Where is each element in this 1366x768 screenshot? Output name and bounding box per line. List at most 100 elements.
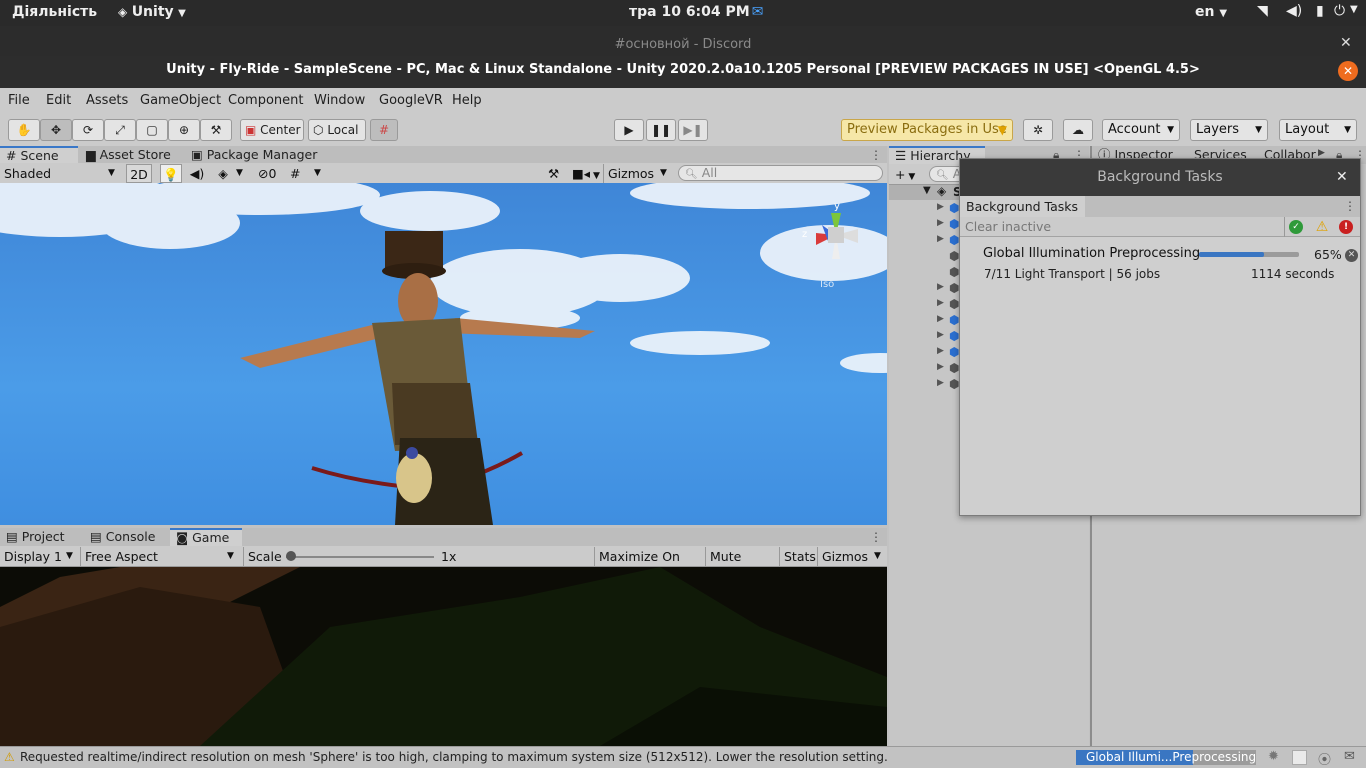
- custom-tool-icon[interactable]: ⚒: [200, 119, 232, 141]
- power-icon[interactable]: ⏻: [1334, 3, 1345, 19]
- chevron-down-icon[interactable]: ▼: [314, 164, 328, 183]
- mute-audio-toggle[interactable]: Mute Audio: [705, 547, 779, 583]
- error-filter-icon[interactable]: !: [1339, 220, 1353, 234]
- slider-knob[interactable]: [286, 551, 296, 561]
- expand-arrow-icon[interactable]: ▶: [937, 234, 944, 244]
- menu-gameobject[interactable]: GameObject: [140, 93, 221, 108]
- cloud-icon[interactable]: ☁: [1063, 119, 1093, 141]
- expand-arrow-icon[interactable]: ▶: [937, 314, 944, 324]
- collab-icon[interactable]: ✲: [1023, 119, 1053, 141]
- menu-file[interactable]: File: [8, 93, 30, 108]
- success-filter-icon[interactable]: ✓: [1289, 220, 1303, 234]
- grid-toggle-icon[interactable]: #: [290, 164, 306, 183]
- warning-filter-icon[interactable]: ⚠: [1315, 220, 1329, 234]
- battery-icon[interactable]: ▮: [1316, 3, 1324, 19]
- volume-icon[interactable]: ◀): [1286, 3, 1302, 19]
- effects-icon[interactable]: ◈: [212, 164, 234, 183]
- menu-assets[interactable]: Assets: [86, 93, 128, 108]
- wifi-icon[interactable]: ◥: [1257, 3, 1268, 19]
- more-options-icon[interactable]: ⋮: [870, 530, 882, 544]
- expand-arrow-icon[interactable]: ▶: [937, 330, 944, 340]
- hand-tool-icon[interactable]: ✋: [8, 119, 40, 141]
- expand-arrow-icon[interactable]: ▶: [937, 346, 944, 356]
- layers-dropdown[interactable]: Layers ▼: [1190, 119, 1268, 141]
- more-options-icon[interactable]: ⋮: [870, 148, 882, 162]
- discord-window-title: #основной - Discord: [614, 37, 752, 52]
- expand-arrow-icon[interactable]: ▶: [937, 202, 944, 212]
- pivot-local-button[interactable]: ⬡ Local: [308, 119, 366, 141]
- clear-inactive-button[interactable]: Clear inactive: [965, 219, 1051, 234]
- menu-window[interactable]: Window: [314, 93, 365, 108]
- expand-arrow-icon[interactable]: ▶: [937, 378, 944, 388]
- chevron-right-icon[interactable]: ▶: [1318, 148, 1325, 158]
- debug-icon[interactable]: ✹: [1268, 749, 1279, 764]
- auto-generate-icon[interactable]: [1292, 750, 1307, 765]
- chevron-down-icon[interactable]: ▼: [236, 164, 250, 183]
- discord-close-icon[interactable]: ✕: [1340, 35, 1352, 51]
- scale-tool-icon[interactable]: ⤢: [104, 119, 136, 141]
- tab-background-tasks[interactable]: Background Tasks: [960, 196, 1085, 217]
- window-close-icon[interactable]: ✕: [1338, 61, 1358, 81]
- audio-icon[interactable]: ◀): [188, 164, 206, 183]
- language-indicator[interactable]: en ▼: [1195, 4, 1227, 20]
- menu-component[interactable]: Component: [228, 93, 303, 108]
- play-button[interactable]: ▶: [614, 119, 644, 141]
- expand-arrow-icon[interactable]: ▶: [937, 298, 944, 308]
- game-gizmos-dropdown[interactable]: Gizmos ▼: [817, 547, 887, 566]
- stats-toggle[interactable]: Stats: [779, 547, 817, 566]
- unity-app-menu[interactable]: ◈ Unity ▼: [118, 4, 186, 20]
- search-icon: 🔍︎: [685, 169, 698, 180]
- tab-package-manager[interactable]: ▣ Package Manager: [185, 146, 325, 164]
- rect-tool-icon[interactable]: ▢: [136, 119, 168, 141]
- chevron-down-icon[interactable]: ▼: [1350, 4, 1358, 15]
- tab-game[interactable]: ◙ Game: [170, 528, 242, 546]
- tab-project[interactable]: ▤ Project: [0, 528, 84, 546]
- tab-asset-store[interactable]: ▆ Asset Store: [80, 146, 180, 164]
- status-message[interactable]: Requested realtime/indirect resolution o…: [20, 750, 888, 764]
- menu-edit[interactable]: Edit: [46, 93, 71, 108]
- rotate-tool-icon[interactable]: ⟳: [72, 119, 104, 141]
- cancel-task-icon[interactable]: ✕: [1345, 249, 1358, 262]
- system-top-bar: Діяльність ◈ Unity ▼ тра 10 6:04 PM ✉ en …: [0, 0, 1366, 26]
- tab-console[interactable]: ▤ Console: [84, 528, 168, 546]
- activities-button[interactable]: Діяльність: [12, 4, 97, 20]
- layout-dropdown[interactable]: Layout ▼: [1279, 119, 1357, 141]
- pivot-center-button[interactable]: ▣ Center: [240, 119, 304, 141]
- collab-status-icon[interactable]: ⦿: [1318, 749, 1331, 768]
- transform-tool-icon[interactable]: ⊕: [168, 119, 200, 141]
- camera-icon[interactable]: ■◂ ▼: [572, 164, 600, 183]
- tab-scene[interactable]: # Scene: [0, 146, 78, 164]
- warning-icon: ⚠: [4, 750, 15, 764]
- draw-mode-dropdown[interactable]: Shaded ▼: [4, 164, 120, 183]
- more-options-icon[interactable]: ⋮: [1344, 199, 1356, 213]
- display-dropdown[interactable]: Display 1 ▼: [4, 547, 78, 566]
- expand-arrow-icon[interactable]: ▶: [937, 282, 944, 292]
- account-dropdown[interactable]: Account ▼: [1102, 119, 1180, 141]
- tools-icon[interactable]: ⚒: [548, 164, 564, 183]
- close-icon[interactable]: ✕: [1336, 169, 1348, 185]
- aspect-dropdown[interactable]: Free Aspect ▼: [80, 547, 238, 566]
- add-object-button[interactable]: + ▼: [895, 165, 921, 184]
- preview-packages-dropdown[interactable]: Preview Packages in Use ▼: [841, 119, 1013, 141]
- gizmos-dropdown[interactable]: Gizmos ▼: [603, 164, 671, 183]
- scale-slider[interactable]: [286, 547, 434, 566]
- notification-icon[interactable]: ✉: [1344, 749, 1355, 764]
- expand-arrow-icon[interactable]: ▶: [937, 218, 944, 228]
- pause-button[interactable]: ❚❚: [646, 119, 676, 141]
- game-viewport[interactable]: [0, 567, 887, 746]
- 2d-toggle[interactable]: 2D: [126, 164, 152, 183]
- hidden-objects-toggle[interactable]: ⊘0: [258, 164, 286, 183]
- scene-viewport[interactable]: y z Iso: [0, 183, 887, 525]
- expand-arrow-icon[interactable]: ▶: [937, 362, 944, 372]
- scene-search-input[interactable]: 🔍︎ All: [678, 165, 883, 181]
- clock[interactable]: тра 10 6:04 PM ✉: [629, 4, 763, 20]
- grid-snap-icon[interactable]: #: [370, 119, 398, 141]
- menu-googlevr[interactable]: GoogleVR: [379, 93, 443, 108]
- menu-help[interactable]: Help: [452, 93, 482, 108]
- status-progress-bar[interactable]: Global Illumi...Preprocessing: [1076, 750, 1256, 765]
- maximize-on-play-toggle[interactable]: Maximize On Play: [594, 547, 704, 583]
- move-tool-icon[interactable]: ✥: [40, 119, 72, 141]
- step-button[interactable]: ▶❚: [678, 119, 708, 141]
- main-toolbar: ✋ ✥ ⟳ ⤢ ▢ ⊕ ⚒ ▣ Center ⬡ Local # ▶ ❚❚ ▶❚…: [0, 114, 1366, 146]
- lighting-icon[interactable]: 💡: [160, 164, 182, 183]
